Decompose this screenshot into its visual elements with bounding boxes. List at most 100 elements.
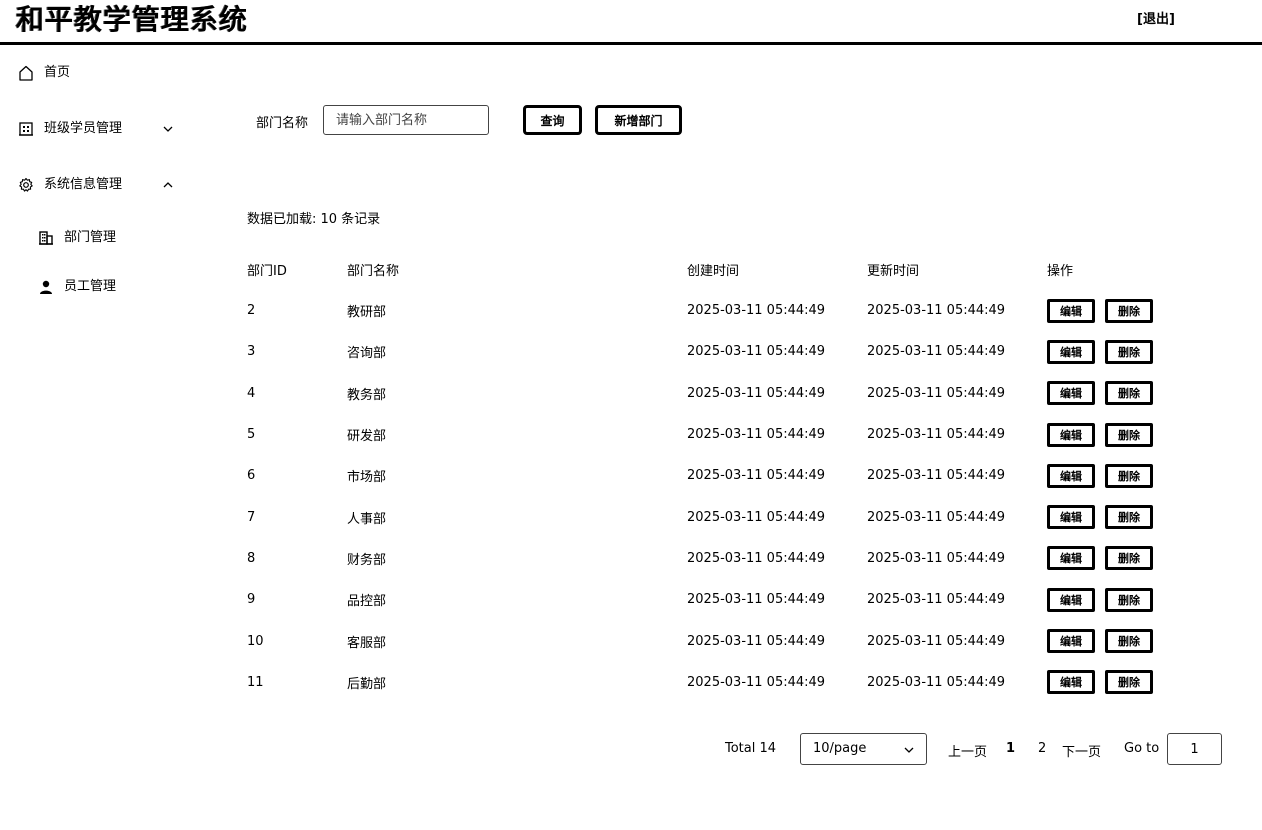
- goto-page-input[interactable]: [1167, 733, 1222, 765]
- sidebar-item-label: 员工管理: [64, 279, 117, 294]
- department-name-input[interactable]: [323, 105, 489, 135]
- cell-created: 2025-03-11 05:44:49: [687, 344, 826, 360]
- table-row: 10 客服部 2025-03-11 05:44:49 2025-03-11 05:44…: [237, 620, 1187, 661]
- edit-button[interactable]: 编辑: [1047, 381, 1095, 406]
- edit-button[interactable]: 编辑: [1047, 422, 1095, 447]
- sidebar-item-class-students[interactable]: 班级学员管理: [0, 115, 200, 143]
- cell-actions: 编辑 删除: [1037, 455, 1187, 496]
- cell-name: 品控部: [347, 594, 387, 610]
- cell-updated: 2025-03-11 05:44:49: [867, 427, 1006, 443]
- cell-created: 2025-03-11 05:44:49: [687, 509, 826, 525]
- cell-name: 财务部: [347, 552, 387, 568]
- cell-id: 8: [247, 550, 256, 566]
- cell-updated: 2025-03-11 05:44:49: [867, 509, 1006, 525]
- sidebar-item-employee[interactable]: 员工管理: [0, 273, 200, 301]
- query-button[interactable]: 查询: [523, 105, 582, 135]
- cell-id: 5: [247, 427, 256, 443]
- delete-button[interactable]: 删除: [1105, 463, 1153, 488]
- cell-created: 2025-03-11 05:44:49: [687, 592, 826, 608]
- cell-updated: 2025-03-11 05:44:49: [867, 385, 1006, 401]
- cell-id: 2: [247, 303, 256, 319]
- cell-name: 后勤部: [347, 676, 387, 692]
- cell-actions: 编辑 删除: [1037, 331, 1187, 372]
- cell-name: 教务部: [347, 387, 387, 403]
- gear-icon: [19, 177, 33, 192]
- cell-name: 市场部: [347, 470, 387, 486]
- cell-id: 4: [247, 385, 256, 401]
- table-row: 7 人事部 2025-03-11 05:44:49 2025-03-11 05:44:…: [237, 496, 1187, 537]
- sidebar-item-label: 班级学员管理: [44, 121, 123, 136]
- column-header-created: 创建时间: [687, 263, 740, 279]
- cell-name: 研发部: [347, 429, 387, 445]
- sidebar-item-home[interactable]: 首页: [0, 59, 200, 87]
- table-header-row: 部门ID 部门名称 创建时间 更新时间 操作: [237, 248, 1187, 290]
- table-row: 2 教研部 2025-03-11 05:44:49 2025-03-11 05:44:…: [237, 290, 1187, 331]
- chevron-down-icon: [163, 126, 173, 132]
- search-label: 部门名称: [256, 116, 309, 131]
- delete-button[interactable]: 删除: [1105, 422, 1153, 447]
- cell-updated: 2025-03-11 05:44:49: [867, 468, 1006, 484]
- delete-button[interactable]: 删除: [1105, 298, 1153, 323]
- prev-page-button[interactable]: 上一页: [948, 741, 987, 760]
- cell-updated: 2025-03-11 05:44:49: [867, 303, 1006, 319]
- edit-button[interactable]: 编辑: [1047, 463, 1095, 488]
- sidebar-item-department[interactable]: 部门管理: [0, 224, 200, 252]
- delete-button[interactable]: 删除: [1105, 339, 1153, 364]
- table-row: 9 品控部 2025-03-11 05:44:49 2025-03-11 05:44:…: [237, 579, 1187, 620]
- sidebar-item-label: 部门管理: [64, 230, 117, 245]
- load-status: 数据已加载: 10 条记录: [247, 212, 381, 227]
- cell-created: 2025-03-11 05:44:49: [687, 550, 826, 566]
- cell-actions: 编辑 删除: [1037, 579, 1187, 620]
- delete-button[interactable]: 删除: [1105, 587, 1153, 612]
- delete-button[interactable]: 删除: [1105, 670, 1153, 695]
- cell-id: 11: [247, 674, 264, 690]
- sidebar-item-system-info[interactable]: 系统信息管理: [0, 171, 200, 199]
- edit-button[interactable]: 编辑: [1047, 298, 1095, 323]
- column-header-actions: 操作: [1047, 263, 1074, 279]
- app-title: 和平教学管理系统: [16, 3, 249, 36]
- page-number-2[interactable]: 2: [1038, 741, 1046, 756]
- edit-button[interactable]: 编辑: [1047, 546, 1095, 571]
- next-page-button[interactable]: 下一页: [1062, 741, 1101, 760]
- cell-created: 2025-03-11 05:44:49: [687, 674, 826, 690]
- delete-button[interactable]: 删除: [1105, 381, 1153, 406]
- cell-updated: 2025-03-11 05:44:49: [867, 633, 1006, 649]
- cell-created: 2025-03-11 05:44:49: [687, 303, 826, 319]
- sidebar-item-label: 首页: [44, 65, 71, 80]
- table-row: 3 咨询部 2025-03-11 05:44:49 2025-03-11 05:44:…: [237, 331, 1187, 372]
- user-icon: [40, 280, 52, 294]
- edit-button[interactable]: 编辑: [1047, 505, 1095, 530]
- logout-link[interactable]: [退出]: [1137, 8, 1175, 27]
- cell-created: 2025-03-11 05:44:49: [687, 427, 826, 443]
- table-row: 6 市场部 2025-03-11 05:44:49 2025-03-11 05:44:…: [237, 455, 1187, 496]
- edit-button[interactable]: 编辑: [1047, 629, 1095, 654]
- column-header-updated: 更新时间: [867, 263, 920, 279]
- edit-button[interactable]: 编辑: [1047, 587, 1095, 612]
- delete-button[interactable]: 删除: [1105, 629, 1153, 654]
- delete-button[interactable]: 删除: [1105, 505, 1153, 530]
- edit-button[interactable]: 编辑: [1047, 339, 1095, 364]
- edit-button[interactable]: 编辑: [1047, 670, 1095, 695]
- chevron-up-icon: [163, 182, 173, 188]
- column-header-name: 部门名称: [347, 263, 400, 279]
- add-department-button[interactable]: 新增部门: [595, 105, 682, 135]
- cell-actions: 编辑 删除: [1037, 414, 1187, 455]
- building-icon: [19, 122, 33, 136]
- cell-actions: 编辑 删除: [1037, 662, 1187, 703]
- cell-name: 客服部: [347, 635, 387, 651]
- cell-id: 9: [247, 592, 256, 608]
- cell-id: 3: [247, 344, 256, 360]
- total-count: Total 14: [725, 741, 777, 756]
- delete-button[interactable]: 删除: [1105, 546, 1153, 571]
- chevron-down-icon: [904, 747, 914, 753]
- table-row: 8 财务部 2025-03-11 05:44:49 2025-03-11 05:44:…: [237, 538, 1187, 579]
- department-table: 部门ID 部门名称 创建时间 更新时间 操作 2 教研部 2025-03-11 05…: [237, 248, 1187, 703]
- page-size-select[interactable]: 10/page: [800, 733, 927, 765]
- column-header-id: 部门ID: [247, 263, 287, 279]
- table-row: 5 研发部 2025-03-11 05:44:49 2025-03-11 05:44:…: [237, 414, 1187, 455]
- cell-updated: 2025-03-11 05:44:49: [867, 344, 1006, 360]
- app-header: 和平教学管理系统 [退出]: [0, 0, 1262, 45]
- cell-actions: 编辑 删除: [1037, 496, 1187, 537]
- cell-name: 人事部: [347, 511, 387, 527]
- page-number-1[interactable]: 1: [1006, 741, 1015, 756]
